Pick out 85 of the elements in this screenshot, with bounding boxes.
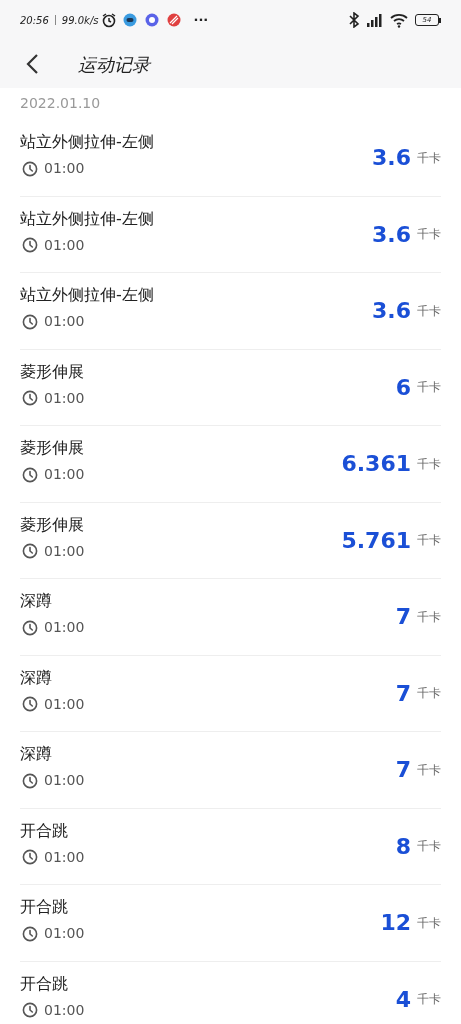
duration: 01:00 <box>44 541 85 561</box>
duration: 01:00 <box>44 388 85 408</box>
calories-unit: 千卡 <box>417 991 441 1009</box>
record-row[interactable]: 站立外侧拉伸-左侧 01:00 3.6 千卡 <box>20 273 441 350</box>
network-speed: 99.0k/s <box>61 13 99 28</box>
calories-unit: 千卡 <box>417 226 441 244</box>
calories-value: 5.761 <box>341 526 411 555</box>
exercise-name: 开合跳 <box>20 819 69 842</box>
duration: 01:00 <box>44 618 85 638</box>
calories-unit: 千卡 <box>417 302 441 320</box>
duration: 01:00 <box>44 235 85 255</box>
calories-value: 3.6 <box>372 297 411 326</box>
clock-icon <box>22 696 38 713</box>
calories-value: 6.361 <box>341 450 411 479</box>
calories-value: 3.6 <box>372 220 411 249</box>
exercise-name: 菱形伸展 <box>20 360 85 383</box>
exercise-name: 站立外侧拉伸-左侧 <box>20 131 155 154</box>
duration: 01:00 <box>44 1000 85 1020</box>
record-row[interactable]: 开合跳 01:00 4 千卡 <box>20 961 441 1024</box>
record-row[interactable]: 菱形伸展 01:00 6 千卡 <box>20 349 441 426</box>
calories-unit: 千卡 <box>417 838 441 856</box>
alarm-icon <box>101 12 118 28</box>
exercise-name: 开合跳 <box>20 972 69 995</box>
duration: 01:00 <box>44 847 85 867</box>
date-label: 2022.01.10 <box>20 94 102 113</box>
exercise-name: 菱形伸展 <box>20 437 85 460</box>
clock-icon <box>22 619 38 636</box>
calories-value: 8 <box>395 832 411 861</box>
calories-value: 7 <box>395 603 411 632</box>
calories-unit: 千卡 <box>417 685 441 703</box>
app-icon <box>123 13 138 27</box>
bluetooth-icon <box>347 12 361 28</box>
app-icon <box>145 13 160 27</box>
record-row[interactable]: 深蹲 01:00 7 千卡 <box>20 732 441 809</box>
clock-icon <box>22 1002 38 1019</box>
calories-unit: 千卡 <box>417 455 441 473</box>
exercise-name: 站立外侧拉伸-左侧 <box>20 284 155 307</box>
duration: 01:00 <box>44 159 85 179</box>
clock-icon <box>22 849 38 866</box>
clock-icon <box>22 160 38 177</box>
status-time: 20:56 <box>20 13 49 28</box>
clock-icon <box>22 390 38 407</box>
app-icon <box>167 13 182 27</box>
record-row[interactable]: 站立外侧拉伸-左侧 01:00 3.6 千卡 <box>20 120 441 197</box>
clock-icon <box>22 772 38 789</box>
calories-value: 12 <box>380 909 411 938</box>
exercise-name: 深蹲 <box>20 666 53 689</box>
record-row[interactable]: 站立外侧拉伸-左侧 01:00 3.6 千卡 <box>20 196 441 273</box>
duration: 01:00 <box>44 694 85 714</box>
clock-icon <box>22 543 38 560</box>
clock-icon <box>22 925 38 942</box>
exercise-name: 深蹲 <box>20 590 53 613</box>
record-row[interactable]: 开合跳 01:00 8 千卡 <box>20 808 441 885</box>
calories-value: 6 <box>395 373 411 402</box>
calories-unit: 千卡 <box>417 608 441 626</box>
record-row[interactable]: 菱形伸展 01:00 5.761 千卡 <box>20 502 441 579</box>
clock-icon <box>22 313 38 330</box>
calories-unit: 千卡 <box>417 761 441 779</box>
clock-icon <box>22 466 38 483</box>
calories-value: 3.6 <box>372 144 411 173</box>
exercise-name: 深蹲 <box>20 743 53 766</box>
record-row[interactable]: 深蹲 01:00 7 千卡 <box>20 579 441 656</box>
calories-value: 7 <box>395 679 411 708</box>
exercise-name: 开合跳 <box>20 896 69 919</box>
more-notifications: ··· <box>193 11 209 30</box>
calories-unit: 千卡 <box>417 532 441 550</box>
clock-icon <box>22 237 38 254</box>
record-row[interactable]: 深蹲 01:00 7 千卡 <box>20 655 441 732</box>
exercise-name: 菱形伸展 <box>20 513 85 536</box>
duration: 01:00 <box>44 924 85 944</box>
duration: 01:00 <box>44 465 85 485</box>
duration: 01:00 <box>44 312 85 332</box>
page-title: 运动记录 <box>78 52 150 77</box>
back-icon <box>25 53 39 75</box>
calories-value: 4 <box>395 985 411 1014</box>
duration: 01:00 <box>44 771 85 791</box>
exercise-name: 站立外侧拉伸-左侧 <box>20 207 155 230</box>
record-row[interactable]: 开合跳 01:00 12 千卡 <box>20 885 441 962</box>
signal-icon <box>365 12 385 28</box>
record-row[interactable]: 菱形伸展 01:00 6.361 千卡 <box>20 426 441 503</box>
calories-unit: 千卡 <box>417 914 441 932</box>
calories-unit: 千卡 <box>417 379 441 397</box>
wifi-icon <box>389 12 409 28</box>
calories-unit: 千卡 <box>417 149 441 167</box>
calories-value: 7 <box>395 756 411 785</box>
